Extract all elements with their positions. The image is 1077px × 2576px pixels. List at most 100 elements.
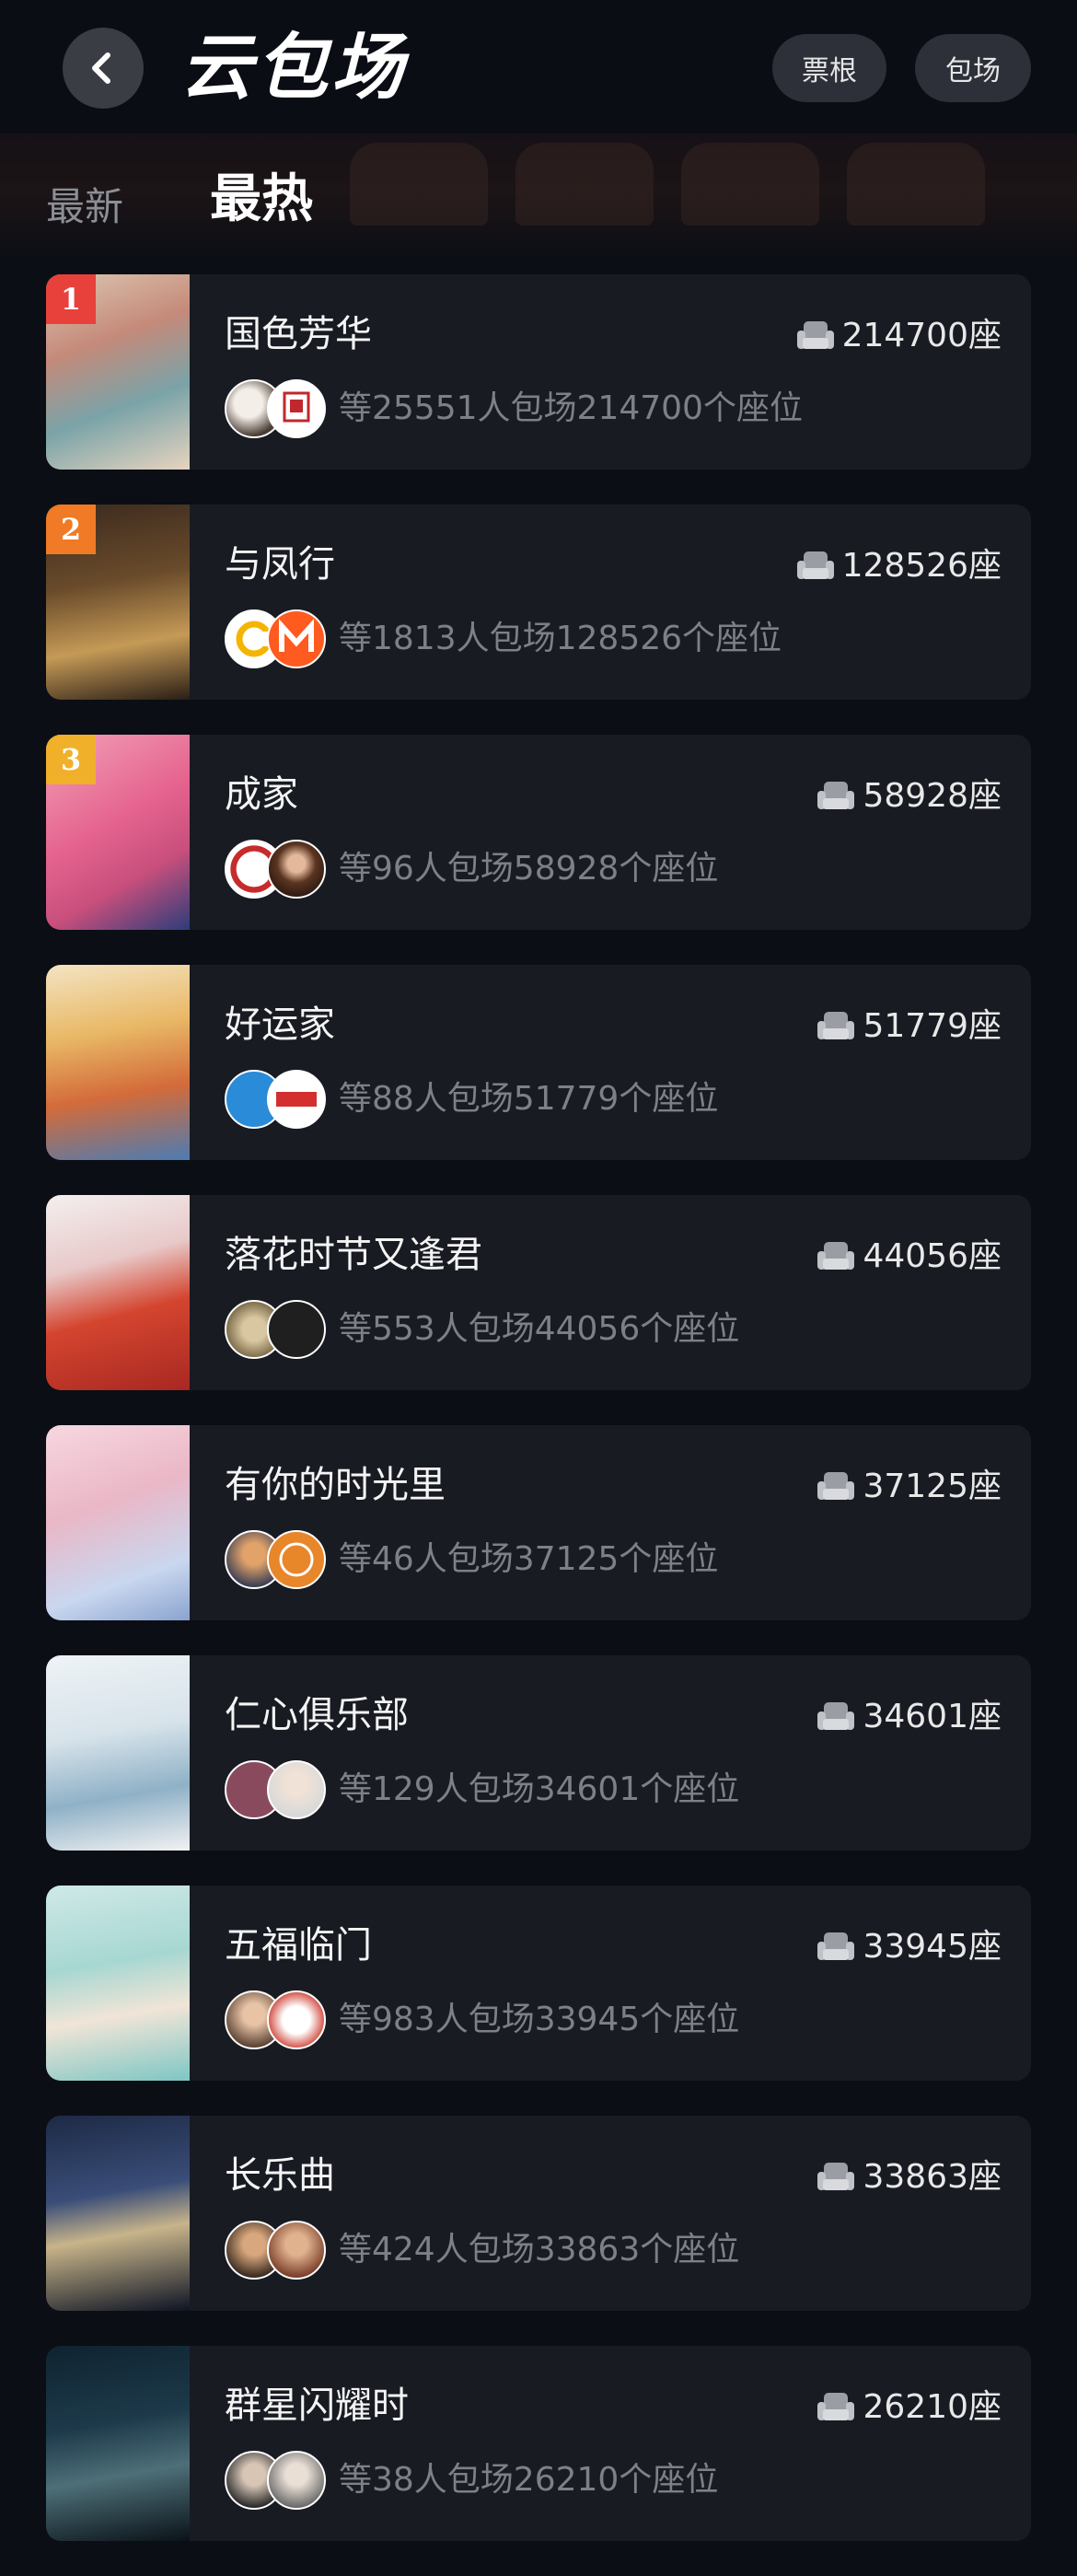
rank-badge: 3 <box>46 735 96 784</box>
seat-icon <box>796 321 834 349</box>
item-description: 等983人包场33945个座位 <box>339 2001 740 2038</box>
list-item[interactable]: 落花时节又逢君 44056座 等553人包场44056个座位 <box>46 1195 1031 1390</box>
tab-latest[interactable]: 最新 <box>46 175 123 239</box>
tab-bar-background <box>0 133 1077 262</box>
venue-ranking-list: 1 国色芳华 214700座 等25551人包场214700个座位 2 与凤行 <box>46 274 1031 2576</box>
avatar-group <box>225 1760 333 1819</box>
seat-count: 33945座 <box>815 1926 1002 1968</box>
top-bar: 云包场 票根 包场 <box>0 0 1077 133</box>
poster-image: 1 <box>46 274 190 470</box>
poster-image <box>46 1886 190 2081</box>
item-title: 与凤行 <box>225 543 335 586</box>
seat-icon <box>817 782 855 809</box>
avatar-group <box>225 379 333 438</box>
avatar-group <box>225 1300 333 1359</box>
avatar <box>267 2451 326 2510</box>
seat-count: 26210座 <box>815 2386 1002 2429</box>
avatar-group <box>225 1530 333 1589</box>
poster-image <box>46 1425 190 1620</box>
seat-icon <box>817 2163 855 2190</box>
rank-badge: 1 <box>46 274 96 324</box>
rank-badge: 2 <box>46 505 96 554</box>
seat-count-text: 33945座 <box>863 1928 1002 1966</box>
seat-icon <box>796 551 834 579</box>
list-item[interactable]: 群星闪耀时 26210座 等38人包场26210个座位 <box>46 2346 1031 2541</box>
avatar <box>267 1300 326 1359</box>
list-item[interactable]: 2 与凤行 128526座 等1813人包场128526个座位 <box>46 505 1031 700</box>
seat-count: 51779座 <box>815 1005 1002 1048</box>
item-description: 等96人包场58928个座位 <box>339 850 719 888</box>
item-description: 等424人包场33863个座位 <box>339 2231 740 2269</box>
chevron-left-icon <box>92 52 110 84</box>
list-item[interactable]: 有你的时光里 37125座 等46人包场37125个座位 <box>46 1425 1031 1620</box>
tab-hottest[interactable]: 最热 <box>210 168 313 232</box>
item-description: 等38人包场26210个座位 <box>339 2461 719 2499</box>
item-description: 等46人包场37125个座位 <box>339 1540 719 1578</box>
back-button[interactable] <box>63 28 144 109</box>
poster-image <box>46 2346 190 2541</box>
poster-image: 3 <box>46 735 190 930</box>
list-item[interactable]: 仁心俱乐部 34601座 等129人包场34601个座位 <box>46 1655 1031 1851</box>
seat-count: 33863座 <box>815 2156 1002 2199</box>
seat-count-text: 26210座 <box>863 2388 1002 2426</box>
avatar-group <box>225 1070 333 1129</box>
avatar <box>267 1530 326 1589</box>
seat-count-text: 34601座 <box>863 1698 1002 1735</box>
avatar-group <box>225 2221 333 2280</box>
seat-count-text: 33863座 <box>863 2158 1002 2196</box>
seat-count: 128526座 <box>794 545 1002 587</box>
avatar <box>267 840 326 899</box>
poster-image: 2 <box>46 505 190 700</box>
item-description: 等129人包场34601个座位 <box>339 1770 740 1808</box>
item-description: 等25551人包场214700个座位 <box>339 389 803 427</box>
seat-count: 58928座 <box>815 775 1002 818</box>
poster-image <box>46 965 190 1160</box>
avatar <box>267 1070 326 1129</box>
seat-icon <box>817 2393 855 2420</box>
page-title: 云包场 <box>180 27 408 110</box>
item-title: 成家 <box>225 773 298 816</box>
avatar-group <box>225 1990 333 2049</box>
seat-count: 214700座 <box>794 315 1002 357</box>
item-description: 等553人包场44056个座位 <box>339 1310 740 1348</box>
seat-count-text: 44056座 <box>863 1237 1002 1275</box>
avatar-group <box>225 2451 333 2510</box>
avatar <box>267 1760 326 1819</box>
item-title: 群星闪耀时 <box>225 2385 409 2427</box>
seat-count: 37125座 <box>815 1466 1002 1508</box>
item-description: 等1813人包场128526个座位 <box>339 620 782 657</box>
seat-count: 34601座 <box>815 1696 1002 1738</box>
avatar <box>267 2221 326 2280</box>
list-item[interactable]: 3 成家 58928座 等96人包场58928个座位 <box>46 735 1031 930</box>
seat-count-text: 51779座 <box>863 1007 1002 1045</box>
seat-count: 44056座 <box>815 1236 1002 1278</box>
seat-icon <box>817 1472 855 1500</box>
seat-count-text: 37125座 <box>863 1468 1002 1505</box>
list-item[interactable]: 长乐曲 33863座 等424人包场33863个座位 <box>46 2116 1031 2311</box>
seat-count-text: 128526座 <box>841 547 1002 585</box>
poster-image <box>46 1195 190 1390</box>
seat-icon <box>817 1702 855 1730</box>
seat-icon <box>817 1932 855 1960</box>
seat-count-text: 214700座 <box>841 317 1002 354</box>
list-item[interactable]: 五福临门 33945座 等983人包场33945个座位 <box>46 1886 1031 2081</box>
seat-count-text: 58928座 <box>863 777 1002 815</box>
item-title: 五福临门 <box>225 1924 372 1967</box>
item-title: 有你的时光里 <box>225 1464 446 1506</box>
item-title: 好运家 <box>225 1004 335 1046</box>
avatar-group <box>225 609 333 668</box>
poster-image <box>46 1655 190 1851</box>
seat-icon <box>817 1012 855 1039</box>
item-title: 国色芳华 <box>225 313 372 355</box>
avatar <box>267 1990 326 2049</box>
item-title: 仁心俱乐部 <box>225 1694 409 1736</box>
seat-icon <box>817 1242 855 1270</box>
list-item[interactable]: 1 国色芳华 214700座 等25551人包场214700个座位 <box>46 274 1031 470</box>
list-item[interactable]: 好运家 51779座 等88人包场51779个座位 <box>46 965 1031 1160</box>
poster-image <box>46 2116 190 2311</box>
avatar-group <box>225 840 333 899</box>
ticket-stub-button[interactable]: 票根 <box>772 34 886 102</box>
book-venue-button[interactable]: 包场 <box>915 34 1031 102</box>
avatar <box>267 379 326 438</box>
item-title: 落花时节又逢君 <box>225 1234 482 1276</box>
